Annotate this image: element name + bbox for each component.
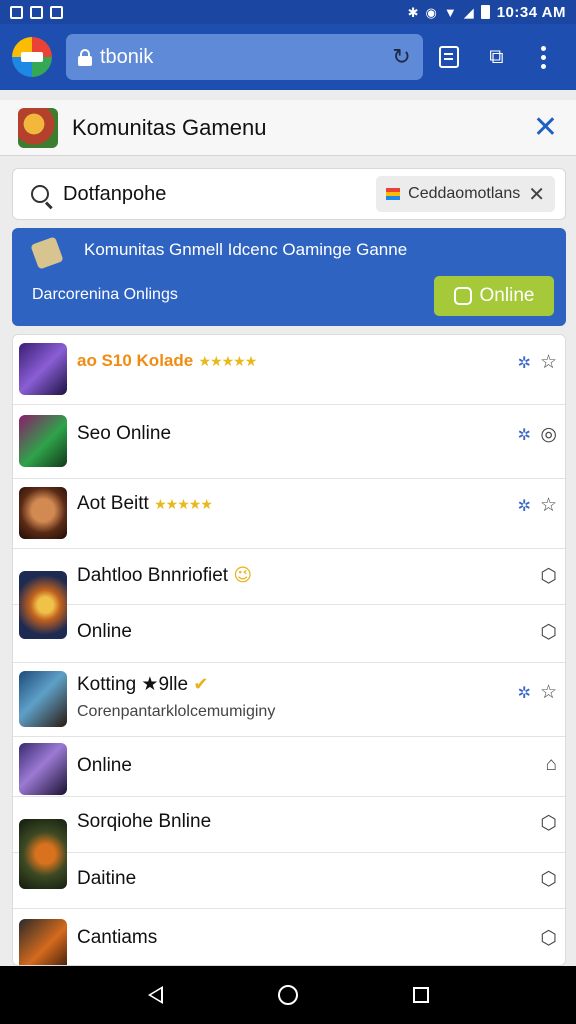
list-item[interactable]: Cantiams ⬡ [13, 909, 565, 965]
game-title: Cantiams [77, 927, 158, 948]
list-item[interactable]: Kotting ★9lle ✔ Corenpantarklolcemumigin… [13, 663, 565, 737]
reader-icon [439, 46, 460, 68]
banner-subtitle: Darcorenina Onlings [32, 286, 178, 303]
banner-icon [30, 236, 64, 270]
alarm-icon: ◉ [425, 4, 437, 20]
game-title: Online [77, 621, 132, 642]
address-bar[interactable]: tbonik ↻ [66, 34, 423, 80]
system-nav-bar [0, 966, 576, 1024]
favorite-star-icon[interactable]: ☆ [540, 681, 557, 704]
rating-stars: ★★★★★ [198, 353, 258, 369]
list-item[interactable]: Daitine ⬡ [13, 853, 565, 909]
more-vert-icon [540, 45, 546, 69]
filter-chip-label: Ceddaomotlans [408, 185, 521, 202]
browser-toolbar: tbonik ↻ ⧉ [0, 24, 576, 90]
sparkle-icon: ✲ [517, 355, 531, 372]
game-title: Kotting ★9lle ✔ [77, 674, 209, 695]
status-notifications [10, 5, 63, 19]
community-banner: Komunitas Gnmell Idcenc Oamingе Ganne Da… [12, 228, 566, 326]
home-icon[interactable] [277, 985, 298, 1005]
game-thumbnail [19, 919, 67, 965]
back-icon[interactable] [147, 986, 163, 1004]
sparkle-icon: ✲ [517, 685, 531, 702]
list-item[interactable]: Seo Online ✲ ◎ [13, 405, 565, 479]
category-icon [386, 188, 401, 200]
url-text[interactable]: tbonik [100, 46, 392, 69]
bluetooth-icon: ✱ [407, 4, 419, 20]
online-button[interactable]: Online [434, 276, 554, 316]
emoji-badge: 😉 [233, 565, 253, 585]
game-title: Aot Beitt ★★★★★ [77, 493, 213, 514]
lock-badge-icon[interactable]: ⬡ [540, 621, 557, 644]
online-button-label: Online [479, 285, 535, 306]
game-title: ao S10 Kolade ★★★★★ [77, 351, 258, 370]
lock-badge-icon[interactable]: ⬡ [540, 812, 557, 835]
recents-icon[interactable] [412, 987, 429, 1003]
list-item[interactable]: Online ⌂ [13, 737, 565, 797]
browser-logo-icon[interactable] [12, 37, 52, 77]
status-circle-icon[interactable]: ◎ [540, 423, 557, 446]
signal-icon: ◢ [463, 4, 474, 20]
battery-icon [480, 5, 490, 19]
page-title: Komunitas Gamenu [72, 114, 267, 140]
filter-chip[interactable]: Ceddaomotlans ✕ [376, 176, 555, 212]
sparkle-icon: ✲ [517, 498, 531, 515]
game-title: Seo Online [77, 423, 172, 444]
search-field[interactable]: Dotfanpohe Ceddaomotlans ✕ [12, 168, 566, 220]
app-header: Komunitas Gamenu ✕ [0, 100, 576, 156]
home-shape-icon[interactable]: ⌂ [546, 754, 557, 776]
favorite-star-icon[interactable]: ☆ [540, 351, 557, 374]
list-item[interactable]: Dahtloo Bnnriofiet 😉 ⬡ [13, 549, 565, 605]
rating-stars: ★★★★★ [154, 496, 213, 512]
chip-close-icon[interactable]: ✕ [528, 182, 545, 207]
share-icon: ⧉ [489, 45, 504, 68]
game-title: Daitine [77, 868, 137, 889]
game-title: Dahtloo Bnnriofiet 😉 [77, 565, 253, 586]
sparkle-icon: ✲ [517, 427, 531, 444]
image-notification-icon [30, 5, 43, 19]
game-thumbnail [19, 487, 67, 539]
list-item[interactable]: Online ⬡ [13, 605, 565, 663]
share-button[interactable]: ⧉ [476, 36, 517, 78]
list-item[interactable]: ao S10 Kolade ★★★★★ ✲ ☆ [13, 335, 565, 405]
game-list: ao S10 Kolade ★★★★★ ✲ ☆ Seo Online ✲ ◎ A… [12, 334, 566, 966]
reader-mode-button[interactable] [429, 36, 470, 78]
banner-title: Komunitas Gnmell Idcenc Oamingе Ganne [84, 240, 408, 259]
game-title: Online [77, 755, 132, 776]
game-subtitle: Corenpantarklolcemumiginy [77, 703, 276, 720]
reload-icon[interactable]: ↻ [392, 44, 410, 70]
list-item[interactable]: Sorqiohe Bnline ⬡ [13, 797, 565, 853]
favorite-star-icon[interactable]: ☆ [540, 494, 557, 517]
search-icon [31, 185, 49, 203]
close-icon[interactable]: ✕ [533, 110, 558, 145]
game-thumbnail [19, 671, 67, 727]
game-thumbnail [19, 743, 67, 795]
list-item[interactable]: Aot Beitt ★★★★★ ✲ ☆ [13, 479, 565, 549]
email-notification-icon [50, 5, 63, 19]
app-logo-icon [18, 107, 58, 148]
gallery-notification-icon [10, 5, 23, 19]
lock-badge-icon[interactable]: ⬡ [540, 868, 557, 891]
chat-icon [453, 287, 472, 305]
status-bar: ✱ ◉ ▼ ◢ 10:34 AM [0, 0, 576, 24]
lock-icon [78, 48, 92, 66]
status-time: 10:34 AM [496, 3, 566, 21]
emoji-badge: ✔ [193, 674, 209, 694]
lock-badge-icon[interactable]: ⬡ [540, 565, 557, 588]
lock-badge-icon[interactable]: ⬡ [540, 927, 557, 950]
game-thumbnail [19, 343, 67, 395]
game-thumbnail [19, 415, 67, 467]
status-indicators: ✱ ◉ ▼ ◢ 10:34 AM [408, 4, 566, 21]
game-title: Sorqiohe Bnline [77, 811, 212, 832]
search-input[interactable]: Dotfanpohe [63, 183, 376, 206]
wifi-icon: ▼ [443, 4, 457, 20]
overflow-menu-button[interactable] [523, 36, 564, 78]
